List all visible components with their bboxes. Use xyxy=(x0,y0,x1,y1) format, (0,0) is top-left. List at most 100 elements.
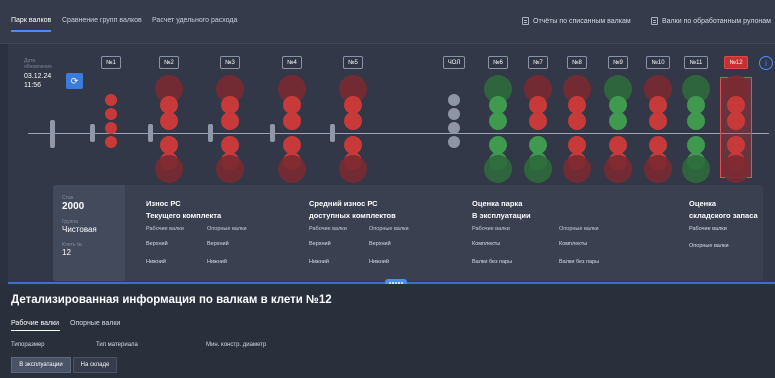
stand-number-value: 12 xyxy=(62,248,71,257)
stand-tag-1[interactable]: №1 xyxy=(101,56,121,69)
roll xyxy=(339,155,367,183)
stand-tag-11[interactable]: №10 xyxy=(646,56,670,69)
info-button[interactable]: i xyxy=(759,56,773,70)
guide xyxy=(208,124,213,142)
wear-current-back-rolls: Опорные валки xyxy=(207,226,247,232)
reports-link[interactable]: Отчёты по списанным валкам xyxy=(522,17,631,25)
update-date: 03.12.24 11:56 xyxy=(24,72,51,90)
roll xyxy=(155,155,183,183)
reports-link-label: Отчёты по списанным валкам xyxy=(533,17,631,25)
guide xyxy=(148,124,153,142)
roll xyxy=(105,108,117,120)
mill-panel: Дата обновления 03.12.24 11:56 ⟳ i №1 №2 №… xyxy=(8,44,775,282)
roll xyxy=(563,155,591,183)
avg-wear-title: Средний износ РС доступных комплектов xyxy=(309,198,396,222)
seg-in-stock[interactable]: На складе xyxy=(73,357,117,373)
update-date-label: Дата обновления xyxy=(24,58,52,70)
stock-title-1: Оценка xyxy=(689,199,717,208)
wear-current-lower-back: Нижний xyxy=(207,259,227,265)
roll xyxy=(609,112,627,130)
wear-current-lower-work: Нижний xyxy=(146,259,166,265)
roll xyxy=(448,122,460,134)
roll xyxy=(687,112,705,130)
stand-tag-6[interactable]: ЧОЛ xyxy=(443,56,465,69)
roll xyxy=(278,155,306,183)
fleet-work-unpaired: Валки без пары xyxy=(472,259,513,265)
avg-wear-upper-work: Верхний xyxy=(309,241,331,247)
tab-work-rolls[interactable]: Рабочие валки xyxy=(11,320,59,327)
avg-wear-upper-back: Верхний xyxy=(369,241,391,247)
pass-line xyxy=(28,133,769,134)
detail-section: Детализированная информация по валкам в … xyxy=(0,284,775,378)
rolls-link[interactable]: Валки по обработанным рулонам xyxy=(651,17,771,25)
stand-tag-10[interactable]: №9 xyxy=(608,56,628,69)
tab-underline xyxy=(11,30,51,32)
stock-back-rolls: Опорные валки xyxy=(689,243,729,249)
refresh-button[interactable]: ⟳ xyxy=(66,73,83,89)
fleet-in-use-title-1: Оценка парка xyxy=(472,199,523,208)
guide xyxy=(270,124,275,142)
wear-current-upper-back: Верхний xyxy=(207,241,229,247)
fleet-in-use-title: Оценка парка В эксплуатации xyxy=(472,198,531,222)
stand-tag-7[interactable]: №6 xyxy=(488,56,508,69)
stand-tag-5[interactable]: №5 xyxy=(343,56,363,69)
field-size: Типоразмер xyxy=(11,342,45,348)
roll xyxy=(484,155,512,183)
stand-tag-3[interactable]: №3 xyxy=(220,56,240,69)
tab-back-rolls[interactable]: Опорные валки xyxy=(70,320,120,327)
tab-compare-groups[interactable]: Сравнение групп валков xyxy=(62,17,142,24)
tab-specific-consumption[interactable]: Расчет удельного расхода xyxy=(152,17,237,24)
info-icon: i xyxy=(765,58,767,68)
guide xyxy=(330,124,335,142)
fleet-work-rolls: Рабочие валки xyxy=(472,226,510,232)
avg-wear-work-rolls: Рабочие валки xyxy=(309,226,347,232)
roll xyxy=(448,94,460,106)
field-material: Тип материала xyxy=(96,342,138,348)
stock-title-2: складского запаса xyxy=(689,211,758,220)
avg-wear-back-rolls: Опорные валки xyxy=(369,226,409,232)
guide xyxy=(90,124,95,142)
tab-roll-park[interactable]: Парк валков xyxy=(11,17,51,24)
roll xyxy=(568,112,586,130)
stand-tag-9[interactable]: №8 xyxy=(567,56,587,69)
seg-in-use[interactable]: В эксплуатации xyxy=(11,357,71,373)
wear-current-title-2: Текущего комплекта xyxy=(146,211,222,220)
roll xyxy=(727,112,745,130)
wear-current-upper-work: Верхний xyxy=(146,241,168,247)
stock-work-rolls: Рабочие валки xyxy=(689,226,727,232)
fleet-in-use-title-2: В эксплуатации xyxy=(472,211,531,220)
roll xyxy=(221,112,239,130)
group-value: Чистовая xyxy=(62,225,97,234)
roll xyxy=(649,112,667,130)
update-date-value: 03.12.24 xyxy=(24,73,52,80)
wear-current-title-1: Износ РС xyxy=(146,199,181,208)
avg-wear-title-2: доступных комплектов xyxy=(309,211,396,220)
avg-wear-lower-work: Нижний xyxy=(309,259,329,265)
avg-wear-title-1: Средний износ РС xyxy=(309,199,378,208)
fleet-back-rolls: Опорные валки xyxy=(559,226,599,232)
mill-diagram: Дата обновления 03.12.24 11:56 ⟳ i №1 №2 №… xyxy=(8,44,775,184)
refresh-icon: ⟳ xyxy=(70,75,79,86)
stand-tag-4[interactable]: №4 xyxy=(282,56,302,69)
stand-tag-12[interactable]: №11 xyxy=(684,56,708,69)
roll xyxy=(105,94,117,106)
roll xyxy=(160,112,178,130)
roll xyxy=(489,112,507,130)
roll xyxy=(216,155,244,183)
rolls-link-label: Валки по обработанным рулонам xyxy=(662,17,771,25)
stand-tag-2[interactable]: №2 xyxy=(159,56,179,69)
stand-tag-8[interactable]: №7 xyxy=(528,56,548,69)
wear-current-title: Износ РС Текущего комплекта xyxy=(146,198,221,222)
tab-work-rolls-underline xyxy=(11,330,60,331)
mill-value: 2000 xyxy=(62,201,85,212)
roll xyxy=(604,155,632,183)
document-icon xyxy=(522,17,529,25)
roll xyxy=(105,122,117,134)
update-time-value: 11:56 xyxy=(24,82,41,89)
roll xyxy=(722,155,750,183)
roll xyxy=(105,136,117,148)
roll xyxy=(524,155,552,183)
stand-tag-13[interactable]: №12 xyxy=(724,56,748,69)
avg-wear-lower-back: Нижний xyxy=(369,259,389,265)
wear-current-work-rolls: Рабочие валки xyxy=(146,226,184,232)
